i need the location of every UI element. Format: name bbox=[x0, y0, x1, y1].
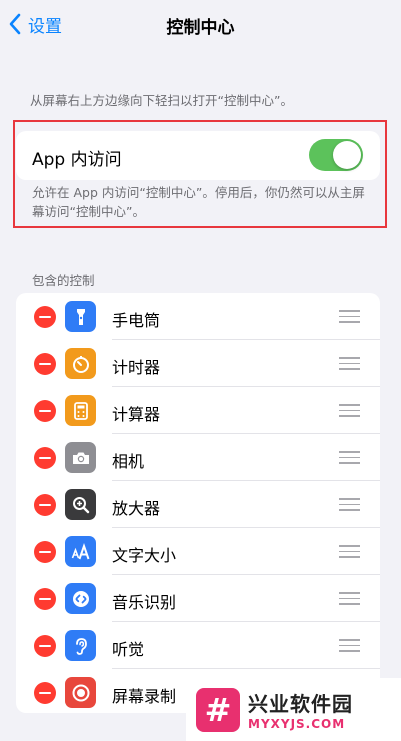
reorder-handle[interactable] bbox=[339, 310, 360, 324]
control-row-flashlight: 手电筒 bbox=[16, 293, 380, 340]
control-label: 听觉 bbox=[112, 640, 145, 659]
control-row-magnifier: 放大器 bbox=[16, 481, 380, 528]
in-app-access-label: App 内访问 bbox=[32, 150, 122, 170]
shazam-icon bbox=[65, 583, 96, 614]
control-label: 计算器 bbox=[112, 405, 161, 424]
section-header-included-controls: 包含的控制 bbox=[32, 273, 95, 288]
remove-text-size-button[interactable] bbox=[34, 541, 56, 563]
flashlight-icon bbox=[65, 301, 96, 332]
reorder-handle[interactable] bbox=[339, 451, 360, 465]
control-label: 手电筒 bbox=[112, 311, 161, 330]
control-row-camera: 相机 bbox=[16, 434, 380, 481]
reorder-handle[interactable] bbox=[339, 592, 360, 606]
watermark: # 兴业软件园 MYXYJS.COM bbox=[186, 678, 401, 741]
watermark-logo: # bbox=[196, 687, 240, 732]
reorder-handle[interactable] bbox=[339, 545, 360, 559]
reorder-handle[interactable] bbox=[339, 357, 360, 371]
nav-bar: 设置 控制中心 bbox=[0, 0, 401, 50]
camera-icon bbox=[65, 442, 96, 473]
watermark-text: 兴业软件园 MYXYJS.COM bbox=[248, 688, 353, 731]
page-title: 控制中心 bbox=[166, 18, 235, 38]
screen-record-icon bbox=[65, 677, 96, 708]
control-label: 文字大小 bbox=[112, 546, 177, 565]
text-size-icon bbox=[65, 536, 96, 567]
remove-camera-button[interactable] bbox=[34, 447, 56, 469]
control-row-timer: 计时器 bbox=[16, 340, 380, 387]
calculator-icon bbox=[65, 395, 96, 426]
control-label: 计时器 bbox=[112, 358, 161, 377]
remove-screen-recording-button[interactable] bbox=[34, 682, 56, 704]
in-app-access-footer: 允许在 App 内访问“控制中心”。停用后，你仍然可以从主屏幕访问“控制中心”。 bbox=[32, 185, 365, 219]
remove-calculator-button[interactable] bbox=[34, 400, 56, 422]
reorder-handle[interactable] bbox=[339, 404, 360, 418]
remove-timer-button[interactable] bbox=[34, 353, 56, 375]
control-row-music-recognition: 音乐识别 bbox=[16, 575, 380, 622]
switch-knob bbox=[333, 141, 361, 169]
watermark-cn: 兴业软件园 bbox=[248, 692, 353, 716]
ear-icon bbox=[65, 630, 96, 661]
swipe-hint: 从屏幕右上方边缘向下轻扫以打开“控制中心”。 bbox=[30, 93, 293, 108]
in-app-access-switch[interactable] bbox=[309, 139, 363, 171]
remove-hearing-button[interactable] bbox=[34, 635, 56, 657]
remove-flashlight-button[interactable] bbox=[34, 306, 56, 328]
control-label: 相机 bbox=[112, 452, 145, 471]
magnifier-icon bbox=[65, 489, 96, 520]
included-controls-list: 手电筒 计时器 计算器 相机 放大器 文字大小 音乐识别 听觉 屏幕录制 bbox=[16, 293, 380, 713]
reorder-handle[interactable] bbox=[339, 498, 360, 512]
control-row-text-size: 文字大小 bbox=[16, 528, 380, 575]
control-label: 放大器 bbox=[112, 499, 161, 518]
control-row-calculator: 计算器 bbox=[16, 387, 380, 434]
reorder-handle[interactable] bbox=[339, 639, 360, 653]
in-app-access-row: App 内访问 bbox=[16, 131, 380, 180]
remove-magnifier-button[interactable] bbox=[34, 494, 56, 516]
control-label: 屏幕录制 bbox=[112, 687, 177, 706]
watermark-en: MYXYJS.COM bbox=[248, 717, 346, 731]
timer-icon bbox=[65, 348, 96, 379]
control-label: 音乐识别 bbox=[112, 593, 177, 612]
remove-music-recognition-button[interactable] bbox=[34, 588, 56, 610]
control-row-hearing: 听觉 bbox=[16, 622, 380, 669]
